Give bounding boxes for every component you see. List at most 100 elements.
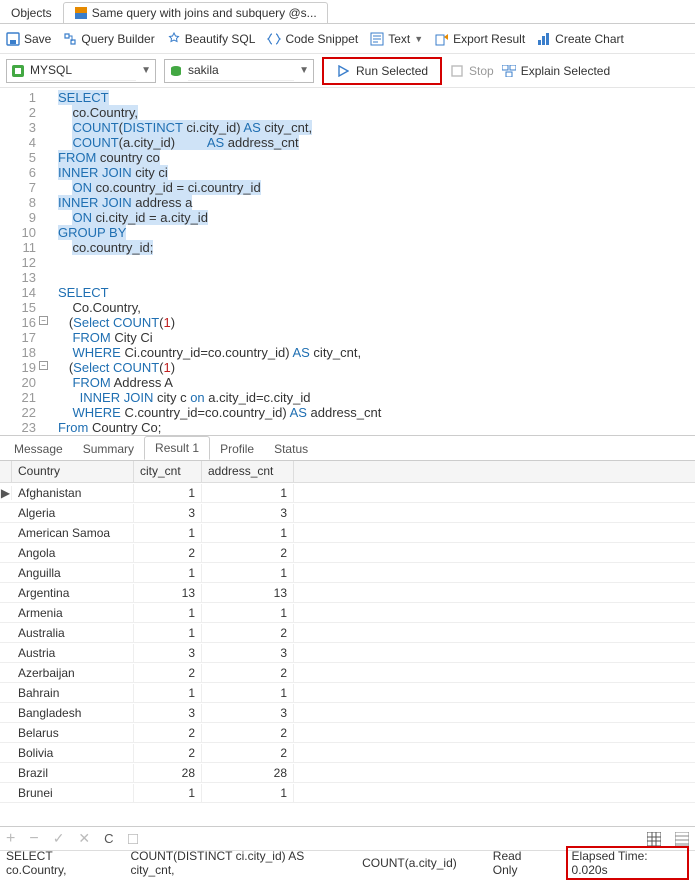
tab-message[interactable]: Message <box>4 438 73 460</box>
table-row[interactable]: Australia12 <box>0 623 695 643</box>
cell-address-cnt[interactable]: 1 <box>202 604 294 622</box>
save-button[interactable]: Save <box>6 32 51 46</box>
table-row[interactable]: Angola22 <box>0 543 695 563</box>
cell-country[interactable]: Bolivia <box>12 744 134 762</box>
code-snippet-button[interactable]: Code Snippet <box>267 32 358 46</box>
tab-summary[interactable]: Summary <box>73 438 144 460</box>
cell-address-cnt[interactable]: 2 <box>202 724 294 742</box>
code-line[interactable]: INNER JOIN city ci <box>58 165 695 180</box>
cell-address-cnt[interactable]: 2 <box>202 664 294 682</box>
code-line[interactable]: Co.Country, <box>58 300 695 315</box>
table-row[interactable]: Azerbaijan22 <box>0 663 695 683</box>
cell-address-cnt[interactable]: 1 <box>202 784 294 802</box>
cell-city-cnt[interactable]: 2 <box>134 544 202 562</box>
table-row[interactable]: American Samoa11 <box>0 523 695 543</box>
table-row[interactable]: Belarus22 <box>0 723 695 743</box>
export-result-button[interactable]: Export Result <box>435 32 525 46</box>
cell-city-cnt[interactable]: 1 <box>134 784 202 802</box>
form-view-icon[interactable] <box>675 832 689 846</box>
stop-refresh-icon[interactable] <box>128 834 138 844</box>
cell-city-cnt[interactable]: 13 <box>134 584 202 602</box>
cell-city-cnt[interactable]: 1 <box>134 684 202 702</box>
cell-address-cnt[interactable]: 1 <box>202 684 294 702</box>
code-line[interactable]: From Country Co; <box>58 420 695 435</box>
table-row[interactable]: Bahrain11 <box>0 683 695 703</box>
code-line[interactable]: COUNT(a.city_id) AS address_cnt <box>58 135 695 150</box>
beautify-sql-button[interactable]: Beautify SQL <box>167 32 256 46</box>
run-selected-button[interactable]: Run Selected <box>322 57 442 85</box>
query-builder-button[interactable]: Query Builder <box>63 32 154 46</box>
cell-address-cnt[interactable]: 3 <box>202 704 294 722</box>
connection-select[interactable]: MYSQL ▼ <box>6 59 156 83</box>
cell-city-cnt[interactable]: 3 <box>134 504 202 522</box>
code-line[interactable]: INNER JOIN city c on a.city_id=c.city_id <box>58 390 695 405</box>
cell-country[interactable]: Bangladesh <box>12 704 134 722</box>
cell-country[interactable]: Argentina <box>12 584 134 602</box>
cell-address-cnt[interactable]: 3 <box>202 504 294 522</box>
cell-city-cnt[interactable]: 2 <box>134 744 202 762</box>
cell-country[interactable]: Brunei <box>12 784 134 802</box>
table-row[interactable]: Austria33 <box>0 643 695 663</box>
delete-row-icon[interactable]: − <box>29 830 38 848</box>
table-row[interactable]: ▶Afghanistan11 <box>0 483 695 503</box>
cell-city-cnt[interactable]: 2 <box>134 664 202 682</box>
sql-editor[interactable]: 12345678910111213141516−171819−20212223 … <box>0 88 695 435</box>
cell-address-cnt[interactable]: 1 <box>202 564 294 582</box>
table-row[interactable]: Armenia11 <box>0 603 695 623</box>
code-line[interactable]: COUNT(DISTINCT ci.city_id) AS city_cnt, <box>58 120 695 135</box>
tab-objects[interactable]: Objects <box>0 2 63 23</box>
fold-icon[interactable]: − <box>39 361 48 370</box>
grid-header-selector[interactable] <box>0 461 12 482</box>
code-line[interactable]: INNER JOIN address a <box>58 195 695 210</box>
cell-country[interactable]: Australia <box>12 624 134 642</box>
code-line[interactable]: FROM Address A <box>58 375 695 390</box>
code-line[interactable]: (Select COUNT(1) <box>58 360 695 375</box>
commit-icon[interactable]: ✓ <box>53 830 65 847</box>
cell-country[interactable]: Austria <box>12 644 134 662</box>
code-line[interactable]: FROM country co <box>58 150 695 165</box>
row-selector[interactable]: ▶ <box>0 486 12 500</box>
grid-header-country[interactable]: Country <box>12 461 134 482</box>
cell-city-cnt[interactable]: 2 <box>134 724 202 742</box>
explain-selected-button[interactable]: Explain Selected <box>502 64 610 78</box>
tab-query[interactable]: Same query with joins and subquery @s... <box>63 2 328 23</box>
grid-header-city-cnt[interactable]: city_cnt <box>134 461 202 482</box>
create-chart-button[interactable]: Create Chart <box>537 32 624 46</box>
table-row[interactable]: Anguilla11 <box>0 563 695 583</box>
code-line[interactable] <box>58 270 695 285</box>
cell-country[interactable]: Azerbaijan <box>12 664 134 682</box>
editor-code[interactable]: SELECT co.Country, COUNT(DISTINCT ci.cit… <box>42 90 695 435</box>
cell-country[interactable]: Belarus <box>12 724 134 742</box>
cell-country[interactable]: Anguilla <box>12 564 134 582</box>
code-line[interactable]: GROUP BY <box>58 225 695 240</box>
cell-address-cnt[interactable]: 28 <box>202 764 294 782</box>
code-line[interactable]: (Select COUNT(1) <box>58 315 695 330</box>
code-line[interactable]: ON ci.city_id = a.city_id <box>58 210 695 225</box>
cell-country[interactable]: Armenia <box>12 604 134 622</box>
code-line[interactable]: SELECT <box>58 90 695 105</box>
cell-address-cnt[interactable]: 1 <box>202 484 294 502</box>
code-line[interactable]: WHERE C.country_id=co.country_id) AS add… <box>58 405 695 420</box>
cell-address-cnt[interactable]: 3 <box>202 644 294 662</box>
cell-country[interactable]: Bahrain <box>12 684 134 702</box>
tab-status[interactable]: Status <box>264 438 318 460</box>
table-row[interactable]: Bangladesh33 <box>0 703 695 723</box>
cell-country[interactable]: American Samoa <box>12 524 134 542</box>
table-row[interactable]: Bolivia22 <box>0 743 695 763</box>
grid-view-icon[interactable] <box>647 832 661 846</box>
cell-city-cnt[interactable]: 1 <box>134 484 202 502</box>
database-select[interactable]: sakila ▼ <box>164 59 314 83</box>
cell-city-cnt[interactable]: 28 <box>134 764 202 782</box>
refresh-icon[interactable]: C <box>104 831 113 846</box>
add-row-icon[interactable]: + <box>6 830 15 848</box>
text-button[interactable]: Text ▼ <box>370 32 423 46</box>
table-row[interactable]: Brazil2828 <box>0 763 695 783</box>
cell-country[interactable]: Afghanistan <box>12 484 134 502</box>
cell-address-cnt[interactable]: 13 <box>202 584 294 602</box>
cell-address-cnt[interactable]: 1 <box>202 524 294 542</box>
cell-city-cnt[interactable]: 3 <box>134 704 202 722</box>
grid-header-address-cnt[interactable]: address_cnt <box>202 461 294 482</box>
code-line[interactable]: co.Country, <box>58 105 695 120</box>
tab-result1[interactable]: Result 1 <box>144 436 210 460</box>
cell-city-cnt[interactable]: 1 <box>134 624 202 642</box>
